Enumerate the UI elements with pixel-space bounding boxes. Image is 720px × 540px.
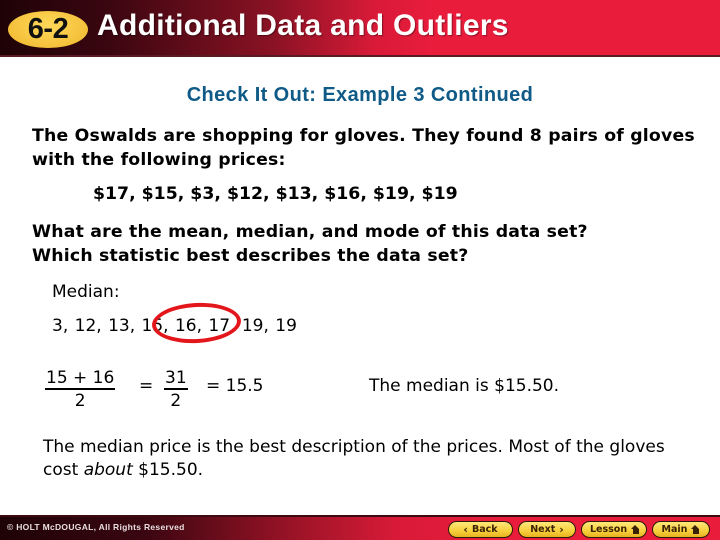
equals-sign: = [139,376,154,396]
lesson-button[interactable]: Lesson [581,521,647,538]
fraction-sum-denominator: 2 [74,391,86,411]
lesson-label: Lesson [590,524,628,535]
main-button[interactable]: Main [652,521,710,538]
conclusion-text-2: $15.50. [132,460,204,480]
problem-statement: The Oswalds are shopping for gloves. The… [32,126,695,170]
question: What are the mean, median, and mode of t… [32,220,702,268]
next-label: Next [530,524,556,535]
next-button[interactable]: Next › [518,521,576,538]
conclusion: The median price is the best description… [43,436,693,482]
question-line-1: What are the mean, median, and mode of t… [32,222,588,242]
back-button[interactable]: ‹ Back [448,521,513,538]
lesson-badge: 6-2 [8,11,88,48]
price-list: $17, $15, $3, $12, $13, $16, $19, $19 [93,184,458,204]
median-label: Median: [52,282,120,302]
fraction-result-numerator: 31 [164,368,188,390]
median-result: The median is $15.50. [369,376,560,396]
copyright: © HOLT McDOUGAL, All Rights Reserved [7,522,185,532]
chevron-right-icon: › [559,523,564,536]
slide-footer: © HOLT McDOUGAL, All Rights Reserved ‹ B… [0,515,720,540]
fraction-result-denominator: 2 [170,391,182,411]
home-icon [691,525,700,534]
navigation: ‹ Back Next › Lesson Main [448,521,710,538]
conclusion-emphasis: about [83,460,133,480]
back-label: Back [471,524,498,535]
formula-result: = 15.5 [206,376,264,396]
slide-subtitle: Check It Out: Example 3 Continued [186,84,534,106]
home-icon [631,525,639,534]
slide-header: 6-2 Additional Data and Outliers [0,0,720,57]
fraction-result: 31 2 [164,368,188,411]
question-line-2: Which statistic best describes the data … [32,246,469,266]
median-highlight-circle [151,300,242,346]
fraction-sum: 15 + 16 2 [45,368,116,411]
fraction-sum-numerator: 15 + 16 [45,368,116,390]
lesson-title: Additional Data and Outliers [97,9,509,42]
main-label: Main [661,524,688,535]
chevron-left-icon: ‹ [463,523,468,536]
